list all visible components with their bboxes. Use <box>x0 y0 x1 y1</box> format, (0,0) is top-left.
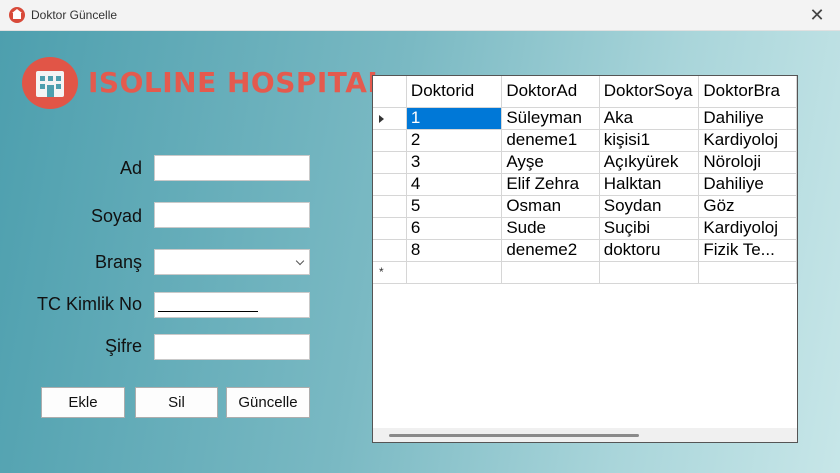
hospital-icon <box>22 57 78 109</box>
table-row[interactable]: 6 Sude Suçibi Kardiyoloj <box>373 217 797 240</box>
column-header-doktorsoyad[interactable]: DoktorSoya <box>599 76 700 108</box>
table-cell[interactable]: Osman <box>501 195 600 218</box>
new-row-marker: * <box>379 264 384 279</box>
sifre-input[interactable] <box>154 334 310 360</box>
brans-select[interactable] <box>154 249 310 275</box>
table-cell[interactable]: Halktan <box>599 173 700 196</box>
window-title: Doktor Güncelle <box>31 8 118 22</box>
table-cell[interactable]: Ayşe <box>501 151 600 174</box>
table-cell[interactable]: 6 <box>406 217 503 240</box>
row-header[interactable] <box>373 151 407 174</box>
current-row-arrow-icon <box>379 114 384 123</box>
title-bar: Doktor Güncelle ✕ <box>0 0 840 31</box>
table-cell[interactable]: 2 <box>406 129 503 152</box>
guncelle-button[interactable]: Güncelle <box>226 387 310 418</box>
table-cell[interactable]: 5 <box>406 195 503 218</box>
brans-label: Branş <box>94 252 142 272</box>
sifre-label: Şifre <box>104 336 142 356</box>
table-cell[interactable]: Sude <box>501 217 600 240</box>
soyad-input[interactable] <box>154 202 310 228</box>
table-cell[interactable]: 1 <box>406 107 503 130</box>
building-shape <box>36 71 64 97</box>
table-cell[interactable]: Süleyman <box>501 107 600 130</box>
table-cell[interactable]: 3 <box>406 151 503 174</box>
table-cell[interactable]: Aka <box>599 107 700 130</box>
table-cell[interactable]: Kardiyoloj <box>698 129 797 152</box>
column-header-doktorid[interactable]: Doktorid <box>406 76 503 108</box>
ad-input[interactable] <box>154 155 310 181</box>
tc-label: TC Kimlik No <box>36 294 142 314</box>
column-header-doktorad[interactable]: DoktorAd <box>501 76 600 108</box>
table-cell[interactable] <box>698 261 797 284</box>
table-cell[interactable]: Nöroloji <box>698 151 797 174</box>
column-header-doktorbrans[interactable]: DoktorBra <box>698 76 797 108</box>
doctor-data-grid[interactable]: Doktorid DoktorAd DoktorSoya DoktorBra 1… <box>372 75 798 443</box>
table-cell[interactable]: Kardiyoloj <box>698 217 797 240</box>
table-cell[interactable]: deneme2 <box>501 239 600 262</box>
scrollbar-thumb[interactable] <box>389 434 639 437</box>
header-row: Doktorid DoktorAd DoktorSoya DoktorBra <box>373 76 797 108</box>
table-cell[interactable]: doktoru <box>599 239 700 262</box>
new-row-header[interactable]: * <box>373 261 407 284</box>
table-cell[interactable] <box>599 261 700 284</box>
table-row[interactable]: 5 Osman Soydan Göz <box>373 195 797 218</box>
ad-label: Ad <box>119 158 142 178</box>
doctor-table: Doktorid DoktorAd DoktorSoya DoktorBra 1… <box>373 76 797 284</box>
row-header[interactable] <box>373 173 407 196</box>
row-header[interactable] <box>373 239 407 262</box>
row-header-selected[interactable] <box>373 107 407 130</box>
table-row[interactable]: 4 Elif Zehra Halktan Dahiliye <box>373 173 797 196</box>
sil-button[interactable]: Sil <box>135 387 218 418</box>
row-header[interactable] <box>373 195 407 218</box>
horizontal-scrollbar[interactable] <box>373 428 797 442</box>
form-client-area: ISOLINE HOSPITAL Ad Soyad Branş TC Kimli… <box>0 31 840 473</box>
table-cell[interactable]: Dahiliye <box>698 173 797 196</box>
close-button[interactable]: ✕ <box>794 0 840 31</box>
table-row[interactable]: 2 deneme1 kişisi1 Kardiyoloj <box>373 129 797 152</box>
tc-masked-input[interactable] <box>154 292 310 318</box>
table-row[interactable]: 3 Ayşe Açıkyürek Nöroloji <box>373 151 797 174</box>
table-cell[interactable]: 8 <box>406 239 503 262</box>
table-cell[interactable]: Soydan <box>599 195 700 218</box>
table-cell[interactable]: Suçibi <box>599 217 700 240</box>
soyad-label: Soyad <box>90 206 142 226</box>
table-cell[interactable]: Fizik Te... <box>698 239 797 262</box>
hospital-app-icon <box>9 7 25 23</box>
table-cell[interactable]: Açıkyürek <box>599 151 700 174</box>
table-cell[interactable] <box>501 261 600 284</box>
table-cell[interactable]: Elif Zehra <box>501 173 600 196</box>
table-cell[interactable]: kişisi1 <box>599 129 700 152</box>
ekle-button[interactable]: Ekle <box>41 387 125 418</box>
logo-text: ISOLINE HOSPITAL <box>88 66 386 99</box>
row-header[interactable] <box>373 217 407 240</box>
table-row[interactable]: 8 deneme2 doktoru Fizik Te... <box>373 239 797 262</box>
input-mask-line <box>158 311 258 312</box>
corner-header <box>373 76 407 108</box>
table-row[interactable]: 1 Süleyman Aka Dahiliye <box>373 107 797 130</box>
table-cell[interactable]: deneme1 <box>501 129 600 152</box>
row-header[interactable] <box>373 129 407 152</box>
table-cell[interactable]: Dahiliye <box>698 107 797 130</box>
chevron-down-icon <box>295 256 305 266</box>
table-cell[interactable] <box>406 261 503 284</box>
new-row[interactable]: * <box>373 261 797 284</box>
table-cell[interactable]: Göz <box>698 195 797 218</box>
table-cell[interactable]: 4 <box>406 173 503 196</box>
